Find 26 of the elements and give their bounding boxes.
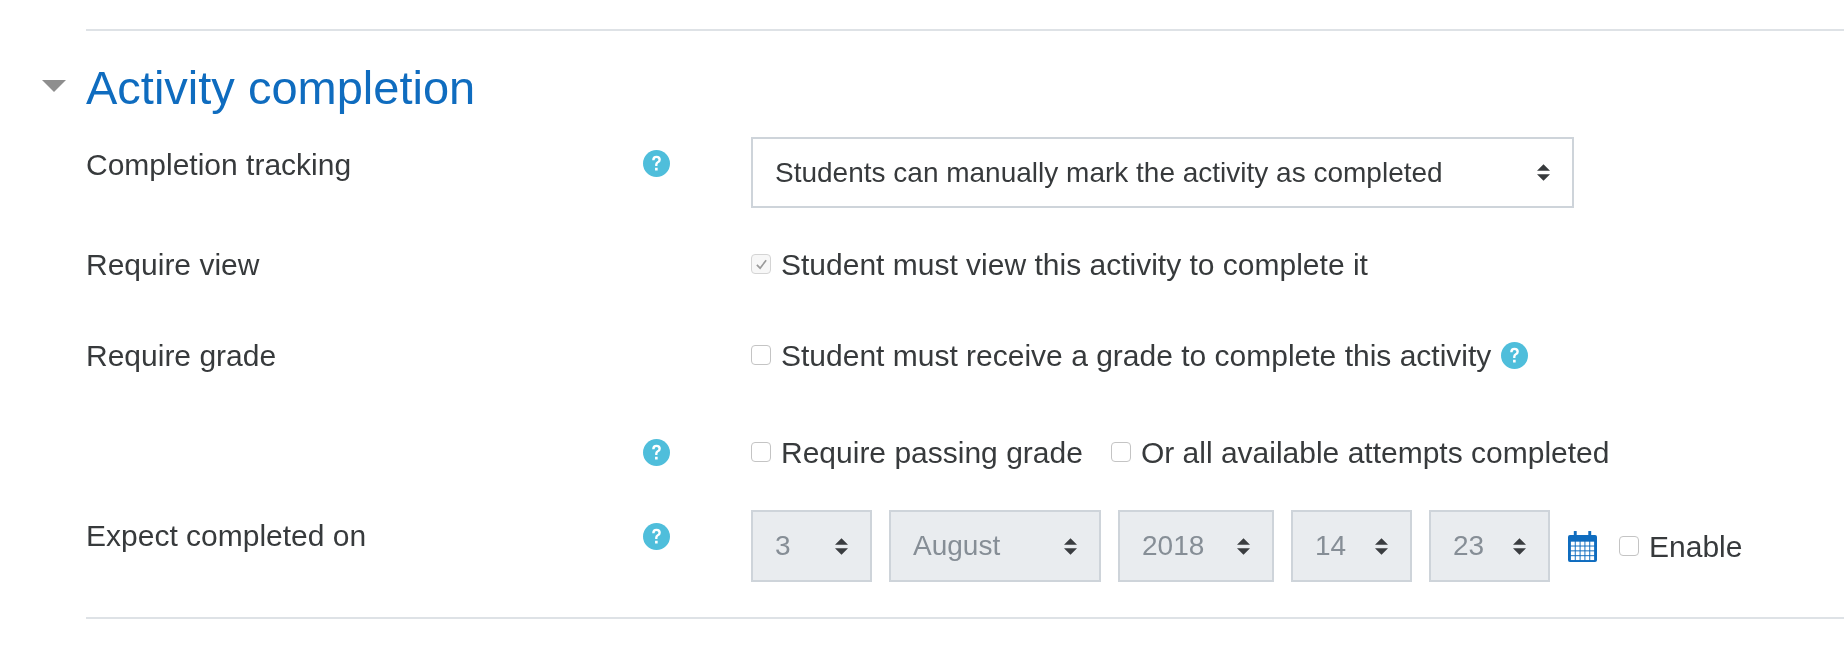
help-icon[interactable] <box>643 438 670 466</box>
up-down-arrows-icon <box>1375 537 1388 555</box>
checkbox-label[interactable]: Student must receive a grade to complete this activity <box>781 332 1492 378</box>
checkmark-icon <box>754 257 768 271</box>
help-icon[interactable] <box>643 150 670 177</box>
checkbox[interactable] <box>751 345 771 365</box>
up-down-arrows-icon <box>835 537 848 555</box>
checkbox[interactable] <box>1110 442 1131 462</box>
calendar-icon[interactable] <box>1568 530 1597 562</box>
field-label: Completion tracking <box>86 147 352 183</box>
collapse-triangle-icon[interactable] <box>42 80 66 94</box>
checkbox-label[interactable]: Require passing grade <box>781 429 1083 475</box>
dropdown[interactable]: Students can manually mark the activity as completed <box>751 137 1574 208</box>
field-label: Expect completed on <box>86 518 367 554</box>
checkbox[interactable] <box>751 442 771 462</box>
up-down-arrows-icon <box>1513 537 1526 555</box>
field-label: Require grade <box>86 337 277 374</box>
checkbox-label[interactable]: Enable <box>1649 523 1743 569</box>
checkbox-label[interactable]: Or all available attempts completed <box>1140 429 1610 475</box>
up-down-arrows-icon <box>1237 537 1250 555</box>
field-label: Require view <box>86 246 260 283</box>
up-down-arrows-icon <box>1537 164 1550 181</box>
help-icon[interactable] <box>1501 341 1529 369</box>
help-icon[interactable] <box>643 523 670 550</box>
up-down-arrows-icon <box>1064 537 1077 555</box>
checkbox[interactable] <box>1619 536 1639 556</box>
